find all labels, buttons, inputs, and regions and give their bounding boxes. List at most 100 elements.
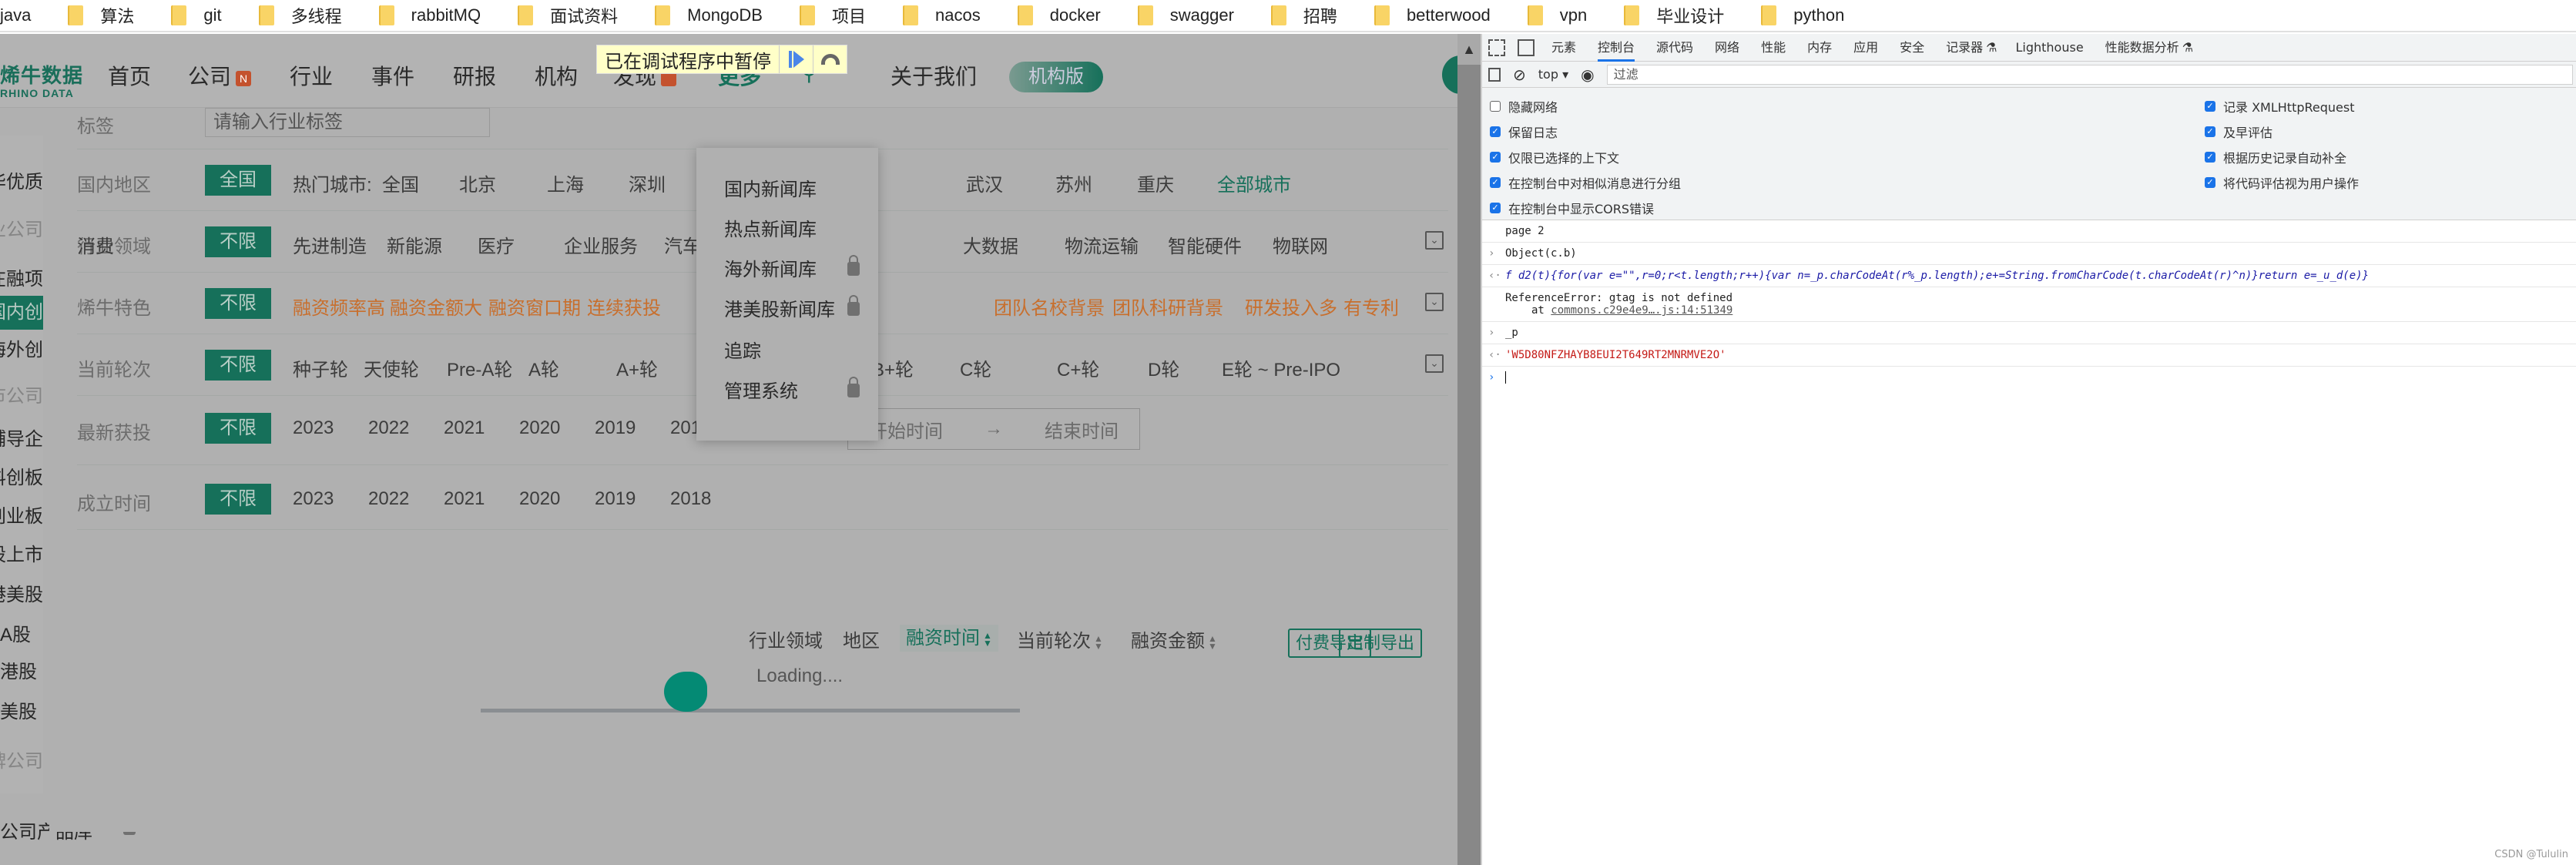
sidebar-item[interactable]: 科创板: [0, 462, 43, 489]
filter-option[interactable]: A轮: [528, 354, 559, 381]
setting-checkbox[interactable]: ✓ 记录 XMLHttpRequest: [2205, 97, 2355, 116]
filter-option[interactable]: 2021: [444, 488, 485, 510]
bookmark-item[interactable]: 毕业设计: [1624, 3, 1724, 28]
scroll-up-icon[interactable]: ▲: [1457, 34, 1481, 65]
filter-option[interactable]: 有专利: [1343, 293, 1399, 320]
sort-region[interactable]: 地区: [843, 625, 880, 652]
dropdown-item[interactable]: 追踪: [724, 336, 761, 363]
bookmark-item[interactable]: swagger: [1137, 5, 1234, 25]
resume-button[interactable]: [779, 45, 813, 73]
bookmark-item[interactable]: python: [1761, 5, 1844, 25]
bookmark-item[interactable]: 算法: [68, 3, 134, 28]
dropdown-item[interactable]: 海外新闻库: [724, 254, 817, 281]
filter-option[interactable]: 物联网: [1273, 231, 1328, 258]
devtools-tab[interactable]: 网络: [1715, 34, 1739, 62]
filter-option[interactable]: 医疗: [478, 231, 515, 258]
bookmark-item[interactable]: 招聘: [1270, 3, 1337, 28]
bookmark-item[interactable]: 面试资料: [518, 3, 618, 28]
checkbox-checked-icon[interactable]: ✓: [1490, 126, 1501, 137]
filter-option[interactable]: 2022: [368, 417, 409, 439]
filter-option[interactable]: 大数据: [963, 231, 1018, 258]
dropdown-item[interactable]: 热点新闻库: [724, 214, 817, 241]
devtools-tab[interactable]: 安全: [1900, 34, 1924, 62]
checkbox-checked-icon[interactable]: ✓: [2205, 152, 2215, 163]
checkbox-checked-icon[interactable]: ✓: [1490, 177, 1501, 188]
checkbox-checked-icon[interactable]: ✓: [2205, 101, 2215, 112]
filter-option[interactable]: 团队名校背景: [994, 293, 1105, 320]
founded-unlimited-selected[interactable]: 不限: [205, 484, 271, 515]
devtools-tab[interactable]: 记录器: [1946, 34, 1983, 62]
filter-option[interactable]: B+轮: [872, 354, 914, 381]
device-toolbar-icon[interactable]: [1518, 39, 1535, 56]
nav-about[interactable]: 关于我们: [891, 60, 977, 91]
setting-checkbox[interactable]: ✓ 根据历史记录自动补全: [2205, 148, 2346, 166]
sidebar-item[interactable]: A股: [0, 619, 43, 646]
devtools-tab[interactable]: 源代码: [1656, 34, 1693, 62]
devtools-tab[interactable]: 应用: [1853, 34, 1878, 62]
institution-edition-button[interactable]: 机构版: [1009, 62, 1103, 92]
region-all-selected[interactable]: 全国: [205, 165, 271, 196]
sidebar-item[interactable]: 创业板: [0, 501, 43, 528]
filter-option[interactable]: E轮 ~ Pre-IPO: [1222, 354, 1340, 381]
bookmark-item[interactable]: vpn: [1527, 5, 1587, 25]
filter-option[interactable]: 重庆: [1137, 169, 1174, 196]
checkbox-checked-icon[interactable]: ✓: [2205, 177, 2215, 188]
function-output[interactable]: f d2(t){for(var e="",r=0;r<t.length;r++)…: [1505, 270, 2369, 282]
filter-option[interactable]: 2020: [519, 488, 560, 510]
tag-input[interactable]: 请输入行业标签: [205, 108, 490, 137]
all-cities-link[interactable]: 全部城市: [1217, 169, 1291, 196]
error-source-link[interactable]: commons.c29e4e9….js:14:51349: [1551, 304, 1732, 317]
filter-option[interactable]: 消费: [77, 231, 114, 258]
filter-option[interactable]: 种子轮: [293, 354, 348, 381]
date-range-picker[interactable]: 开始时间 → 结束时间: [847, 408, 1140, 450]
filter-option[interactable]: 深圳: [629, 169, 666, 196]
filter-option[interactable]: 2023: [293, 417, 334, 439]
checkbox-checked-icon[interactable]: ✓: [2205, 126, 2215, 137]
filter-option[interactable]: 天使轮: [364, 354, 419, 381]
filter-option[interactable]: 2022: [368, 488, 409, 510]
dropdown-item[interactable]: 管理系统: [724, 376, 798, 403]
filter-option[interactable]: 智能硬件: [1168, 231, 1242, 258]
filter-option[interactable]: 研发投入多: [1245, 293, 1337, 320]
checkbox-checked-icon[interactable]: ✓: [1490, 152, 1501, 163]
nav-institution[interactable]: 机构: [535, 60, 578, 91]
filter-option[interactable]: 苏州: [1055, 169, 1092, 196]
filter-option[interactable]: D轮: [1148, 354, 1179, 381]
sidebar-item[interactable]: 海外创: [0, 334, 43, 361]
sort-industry[interactable]: 行业领域: [749, 625, 823, 652]
setting-checkbox[interactable]: ✓ 仅限已选择的上下文: [1490, 148, 1619, 166]
filter-option[interactable]: C+轮: [1057, 354, 1099, 381]
filter-option[interactable]: 物流运输: [1065, 231, 1139, 258]
dropdown-item[interactable]: 国内新闻库: [724, 174, 817, 201]
expand-icon[interactable]: ⌄: [1425, 231, 1444, 250]
nav-report[interactable]: 研报: [453, 60, 496, 91]
feature-unlimited-selected[interactable]: 不限: [205, 288, 271, 319]
bookmark-item[interactable]: docker: [1017, 5, 1101, 25]
setting-checkbox[interactable]: ✓ 保留日志: [1490, 122, 1558, 141]
sidebar-item[interactable]: 港股: [0, 656, 43, 683]
sort-funding-time[interactable]: 融资时间 ▲ ▼: [900, 622, 998, 652]
filter-option[interactable]: 融资频率高: [293, 293, 385, 320]
filter-option[interactable]: 北京: [459, 169, 496, 196]
setting-checkbox[interactable]: 隐藏网络: [1490, 97, 1558, 116]
filter-option[interactable]: 新能源: [387, 231, 442, 258]
nav-industry[interactable]: 行业: [290, 60, 333, 91]
sidebar-item[interactable]: 港美股: [0, 579, 43, 606]
filter-option[interactable]: 先进制造: [293, 231, 367, 258]
live-expression-eye-icon[interactable]: ◉: [1581, 65, 1594, 84]
filter-option[interactable]: Pre-A轮: [447, 354, 512, 381]
setting-checkbox[interactable]: ✓ 在控制台中对相似消息进行分组: [1490, 173, 1681, 192]
devtools-tab[interactable]: 控制台: [1598, 34, 1635, 62]
bookmark-item[interactable]: rabbitMQ: [378, 5, 481, 25]
bookmark-item[interactable]: git: [171, 5, 222, 25]
sidebar-item[interactable]: 华优质: [0, 166, 43, 193]
devtools-tab[interactable]: Lighthouse: [2015, 34, 2083, 62]
sidebar-toggle-icon[interactable]: [1488, 67, 1501, 82]
bookmark-item[interactable]: java: [0, 5, 31, 25]
filter-option[interactable]: 2018: [670, 488, 711, 510]
setting-checkbox[interactable]: ✓ 将代码评估视为用户操作: [2205, 173, 2359, 192]
sidebar-item[interactable]: 市公司: [0, 381, 43, 407]
inspect-element-icon[interactable]: [1488, 39, 1505, 56]
custom-export-button[interactable]: 定制导出: [1339, 629, 1423, 658]
sidebar-item[interactable]: A股上市: [0, 539, 43, 566]
